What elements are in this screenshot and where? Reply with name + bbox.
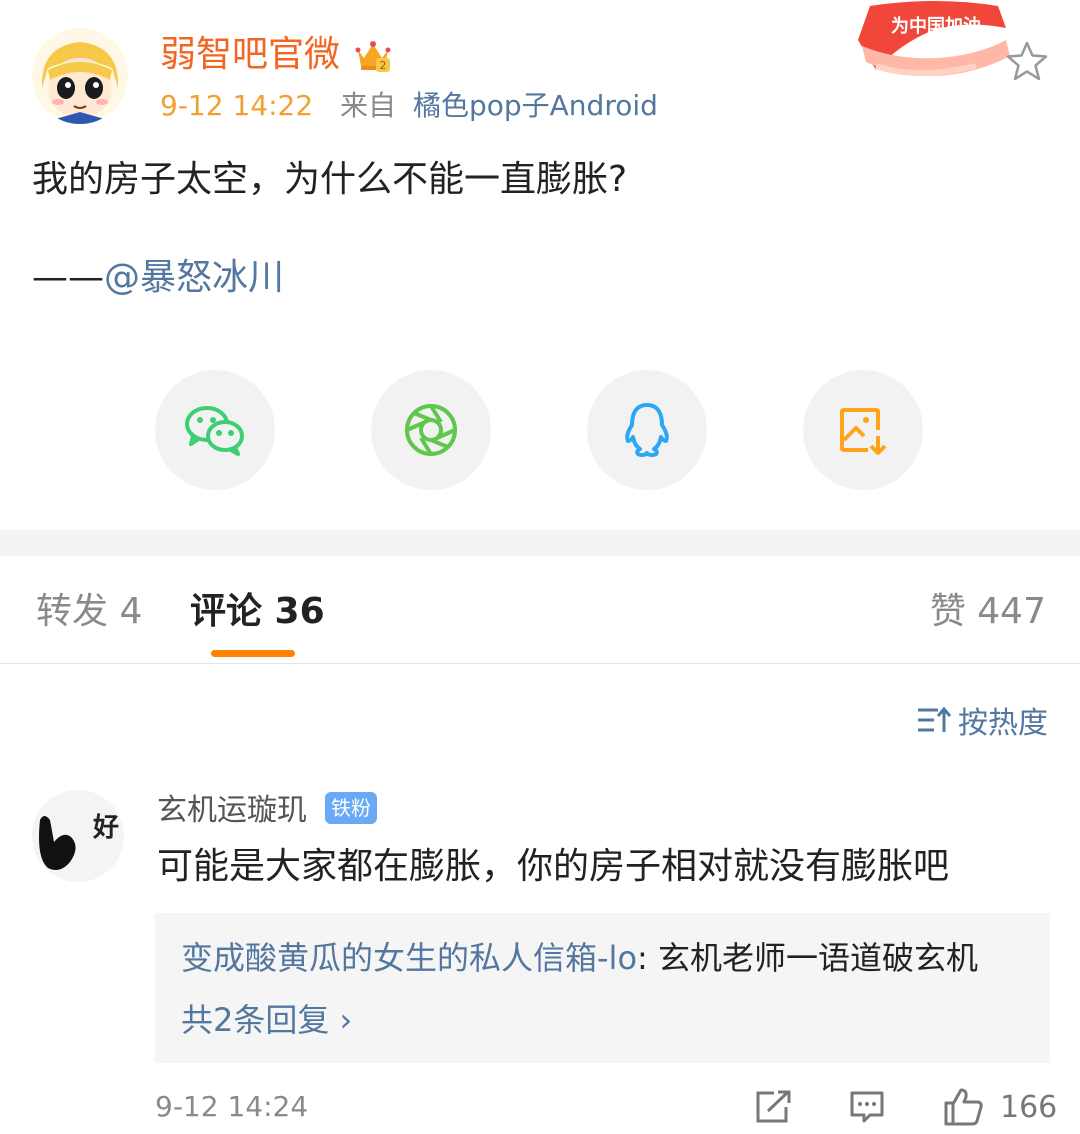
comment-icon	[850, 1091, 884, 1123]
fan-badge: 铁粉	[325, 792, 377, 824]
crown-badge-icon: 2	[355, 41, 391, 72]
post-body-text: 我的房子太空，为什么不能一直膨胀?	[32, 159, 628, 200]
source-from-label: 来自	[340, 89, 397, 122]
qq-icon	[625, 403, 669, 457]
comment-forward-button[interactable]	[754, 1086, 792, 1128]
view-replies-link[interactable]: 共2条回复 ›	[181, 997, 352, 1043]
sort-icon	[918, 706, 952, 732]
share-moments-button[interactable]	[371, 370, 491, 490]
comment-text: 可能是大家都在膨胀，你的房子相对就没有膨胀吧	[157, 846, 950, 887]
comment-like-button[interactable]: 166	[942, 1086, 1057, 1128]
svg-text:2: 2	[380, 59, 387, 72]
reply-text: : 玄机老师一语道破玄机	[637, 939, 978, 977]
comment-time: 9-12 14:24	[155, 1090, 309, 1123]
tab-comments[interactable]: 评论 36	[190, 586, 325, 638]
save-image-icon	[840, 408, 887, 455]
tab-divider	[0, 663, 1080, 664]
post-mention-link[interactable]: @暴怒冰川	[104, 257, 284, 298]
reply-username[interactable]: 变成酸黄瓜的女生的私人信箱-lo	[181, 939, 637, 977]
thumbs-up-icon	[944, 1088, 983, 1126]
promo-badge[interactable]: 为中国加油	[856, 0, 1012, 80]
section-divider-bar	[0, 530, 1080, 556]
tab-repost[interactable]: 转发 4	[36, 586, 142, 638]
share-wechat-button[interactable]	[155, 370, 275, 490]
favorite-star-icon[interactable]	[1004, 40, 1050, 82]
wechat-icon	[185, 406, 244, 456]
comment-reply-button[interactable]	[848, 1086, 886, 1128]
commenter-name[interactable]: 玄机运璇玑	[157, 790, 307, 832]
share-qq-button[interactable]	[587, 370, 707, 490]
share-out-icon	[756, 1090, 791, 1123]
sort-label: 按热度	[958, 706, 1048, 741]
post-time: 9-12 14:22	[160, 89, 314, 122]
sort-by-hot-button[interactable]: 按热度	[916, 700, 1048, 741]
promo-badge-text: 为中国加油	[891, 15, 981, 37]
save-image-button[interactable]	[803, 370, 923, 490]
avatar-text: 好	[92, 813, 119, 843]
post-source[interactable]: 橘色pop子Android	[413, 89, 658, 122]
mention-dash: ——	[32, 257, 104, 298]
author-name[interactable]: 弱智吧官微	[160, 30, 340, 80]
post-mention-line: ——@暴怒冰川	[32, 250, 284, 306]
post-meta: 9-12 14:22 来自 橘色pop子Android	[160, 86, 658, 126]
commenter-avatar[interactable]: 好	[32, 790, 124, 882]
reply-preview-box[interactable]: 变成酸黄瓜的女生的私人信箱-lo: 玄机老师一语道破玄机 共2条回复 ›	[155, 913, 1050, 1063]
comment-like-count: 166	[1000, 1089, 1058, 1125]
tab-likes[interactable]: 赞 447	[930, 586, 1046, 638]
moments-icon	[405, 404, 457, 456]
author-avatar[interactable]	[32, 28, 128, 124]
reply-preview-line: 变成酸黄瓜的女生的私人信箱-lo: 玄机老师一语道破玄机	[181, 935, 978, 981]
active-tab-indicator	[211, 650, 295, 657]
